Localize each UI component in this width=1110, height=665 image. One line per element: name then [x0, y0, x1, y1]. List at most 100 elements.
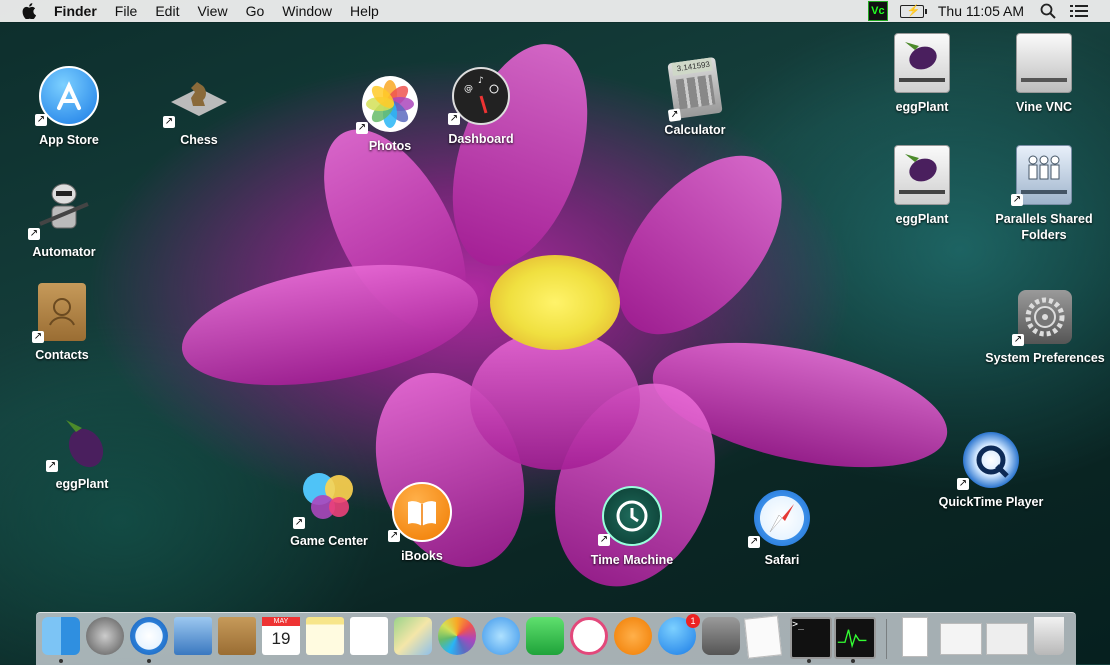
notification-center-icon[interactable]: [1070, 4, 1088, 18]
desktop-icon-safari[interactable]: ↗ Safari: [722, 490, 842, 568]
dock-calendar-icon[interactable]: MAY 19: [262, 617, 300, 655]
game-center-icon: ↗: [293, 467, 359, 529]
desktop-icon-label: Dashboard: [448, 132, 514, 146]
dock-app-store-icon[interactable]: 1: [658, 614, 700, 655]
battery-charging-icon[interactable]: ⚡: [899, 4, 927, 18]
eggplant-disk-icon: [894, 145, 950, 205]
alias-arrow-icon: ↗: [32, 331, 44, 343]
calculator-display: 3.141593: [671, 57, 713, 76]
calendar-month: MAY: [262, 617, 300, 626]
alias-arrow-icon: ↗: [748, 536, 760, 548]
dock-photos-icon[interactable]: [438, 617, 476, 655]
alias-arrow-icon: ↗: [388, 530, 400, 542]
dashboard-icon: @ ♪ ↗: [448, 67, 510, 125]
dock-notes-icon[interactable]: [306, 617, 344, 655]
desktop-icon-eggplant-disk-2[interactable]: eggPlant: [862, 145, 982, 227]
desktop-icon-app-store[interactable]: ↗ App Store: [9, 66, 129, 148]
desktop-icon-eggplant-disk-1[interactable]: eggPlant: [862, 33, 982, 115]
svg-text:♪: ♪: [478, 76, 484, 86]
desktop-icon-label: eggPlant: [895, 212, 949, 226]
desktop-icon-parallels-shared-folders[interactable]: ↗ Parallels Shared Folders: [984, 145, 1104, 243]
running-indicator: [59, 659, 63, 663]
alias-arrow-icon: ↗: [1011, 194, 1023, 206]
dock-ibooks-icon[interactable]: [614, 617, 652, 655]
apple-menu-icon[interactable]: [22, 3, 36, 19]
desktop-icon-label: Chess: [180, 133, 218, 147]
menu-bar: Finder File Edit View Go Window Help Vc …: [0, 0, 1110, 22]
desktop-icon-calculator[interactable]: 3.141593 ↗ Calculator: [635, 56, 755, 138]
alias-arrow-icon: ↗: [448, 113, 460, 125]
running-indicator: [147, 659, 151, 663]
menu-app-name[interactable]: Finder: [54, 3, 97, 19]
dock-activity-monitor-icon[interactable]: [834, 617, 876, 659]
menu-go[interactable]: Go: [246, 3, 265, 19]
eggplant-icon: ↗: [46, 410, 112, 472]
svg-text:@: @: [464, 84, 473, 94]
desktop-icon-ibooks[interactable]: ↗ iBooks: [362, 482, 482, 564]
running-indicator: [807, 659, 811, 663]
app-store-icon: ↗: [35, 66, 99, 126]
desktop-icon-quicktime[interactable]: ↗ QuickTime Player: [931, 432, 1051, 510]
desktop-icon-label: QuickTime Player: [938, 495, 1044, 509]
dock-messages-icon[interactable]: [482, 617, 520, 655]
dock-system-preferences-icon[interactable]: [702, 617, 740, 655]
dock-reminders-icon[interactable]: [350, 617, 388, 655]
desktop-icon-label: Parallels Shared Folders: [995, 212, 1093, 242]
contacts-icon: ↗: [32, 283, 86, 343]
alias-arrow-icon: ↗: [46, 460, 58, 472]
desktop-icon-automator[interactable]: ↗ Automator: [4, 178, 124, 260]
wallpaper-petal: [586, 125, 814, 365]
dock-terminal-icon[interactable]: >_: [790, 617, 832, 659]
desktop-icon-time-machine[interactable]: ↗ Time Machine: [572, 486, 692, 568]
photos-icon: ↗: [356, 76, 418, 134]
menu-edit[interactable]: Edit: [155, 3, 179, 19]
desktop-icon-label: eggPlant: [895, 100, 949, 114]
alias-arrow-icon: ↗: [1012, 334, 1024, 346]
desktop-icon-system-preferences[interactable]: ↗ System Preferences: [985, 290, 1105, 366]
dock-textedit-icon[interactable]: [744, 615, 782, 659]
desktop-icon-contacts[interactable]: ↗ Contacts: [2, 283, 122, 363]
desktop-icon-vine-vnc[interactable]: Vine VNC: [984, 33, 1104, 115]
time-machine-icon: ↗: [598, 486, 662, 546]
alias-arrow-icon: ↗: [35, 114, 47, 126]
dock-downloads-stack-icon[interactable]: [986, 623, 1028, 655]
calculator-icon: 3.141593 ↗: [667, 56, 723, 122]
automator-icon: ↗: [28, 178, 94, 240]
menu-view[interactable]: View: [197, 3, 227, 19]
menu-clock[interactable]: Thu 11:05 AM: [938, 3, 1024, 19]
desktop-icon-label: eggPlant: [55, 477, 109, 491]
menu-file[interactable]: File: [115, 3, 138, 19]
dock-facetime-icon[interactable]: [526, 617, 564, 655]
dock-contacts-icon[interactable]: [218, 617, 256, 655]
menu-window[interactable]: Window: [282, 3, 332, 19]
desktop-icon-label: Automator: [32, 245, 96, 259]
spotlight-icon[interactable]: [1040, 3, 1056, 19]
dock-separator: [886, 619, 887, 659]
desktop-icon-label: Contacts: [35, 348, 89, 362]
desktop-icon-chess[interactable]: ↗ Chess: [139, 66, 259, 148]
dock-safari-icon[interactable]: [130, 617, 168, 655]
shared-folder-icon: ↗: [1011, 145, 1072, 206]
wallpaper-flower-center: [490, 255, 620, 350]
dock-screenshots-stack-icon[interactable]: [940, 623, 982, 655]
desktop-icon-dashboard[interactable]: @ ♪ ↗ Dashboard: [421, 67, 541, 147]
dock-launchpad-icon[interactable]: [86, 617, 124, 655]
vnc-icon[interactable]: Vc: [867, 1, 888, 21]
dock-document-stack-icon[interactable]: [902, 617, 928, 657]
desktop-icon-label: iBooks: [401, 549, 443, 563]
notification-badge: 1: [686, 614, 700, 628]
alias-arrow-icon: ↗: [163, 116, 175, 128]
dock-itunes-icon[interactable]: [570, 617, 608, 655]
dock-trash-icon[interactable]: [1034, 617, 1064, 655]
desktop-icon-label: Safari: [764, 553, 800, 567]
dock-mail-icon[interactable]: [174, 617, 212, 655]
desktop-icon-eggplant-left[interactable]: ↗ eggPlant: [22, 410, 142, 492]
dock-maps-icon[interactable]: [394, 617, 432, 655]
desktop-icon-label: Time Machine: [590, 553, 674, 567]
desktop-icon-label: Vine VNC: [1015, 100, 1073, 114]
eggplant-disk-icon: [894, 33, 950, 93]
chess-icon: ↗: [163, 66, 229, 128]
desktop-icon-label: System Preferences: [985, 351, 1105, 365]
menu-help[interactable]: Help: [350, 3, 379, 19]
dock-finder-icon[interactable]: [42, 617, 80, 655]
